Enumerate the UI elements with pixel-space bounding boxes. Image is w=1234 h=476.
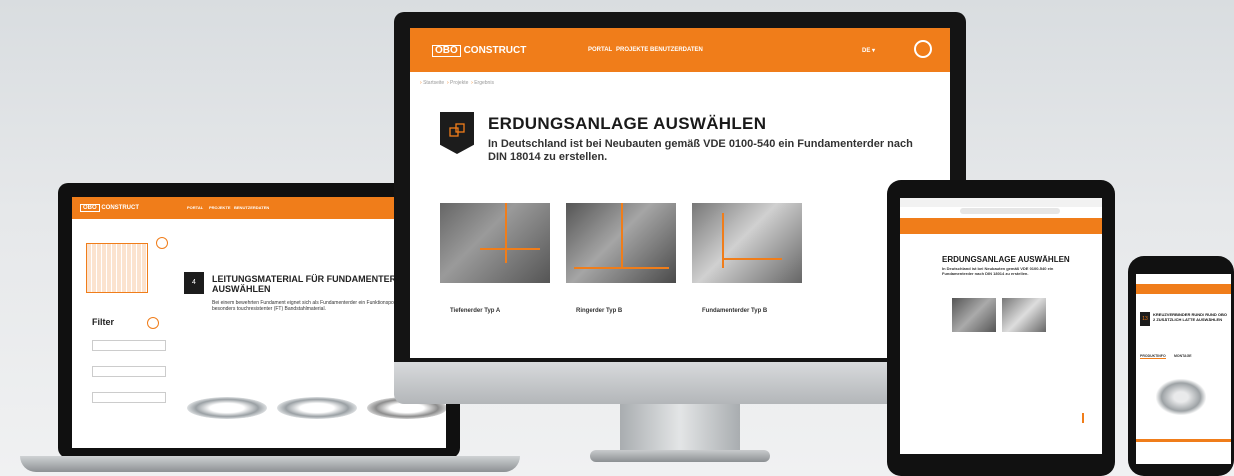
monitor-chin <box>394 362 966 404</box>
monitor-screen: OBO CONSTRUCT PORTAL PROJEKTE BENUTZERDA… <box>410 28 950 358</box>
tablet-screen: ERDUNGSANLAGE AUSWÄHLEN In Deutschland i… <box>900 198 1102 454</box>
nav-projekte[interactable]: PROJEKTE <box>616 47 648 53</box>
monitor-foot <box>590 450 770 462</box>
phone-tab-produktinfo[interactable]: PRODUKTINFO <box>1140 354 1166 359</box>
filter-dropdown-1[interactable] <box>92 340 166 351</box>
phone-step-badge: 13 <box>1140 312 1150 326</box>
tablet-option-image-2[interactable] <box>1002 298 1046 332</box>
monitor-stand <box>620 404 740 452</box>
option-image-tiefenerder[interactable] <box>440 203 550 283</box>
tablet-option-image-1[interactable] <box>952 298 996 332</box>
phone-product-image <box>1156 379 1206 415</box>
filter-title: Filter <box>92 317 115 327</box>
monitor-logo[interactable]: OBO CONSTRUCT <box>432 45 526 57</box>
step-number-badge: 4 <box>184 272 204 294</box>
laptop-base <box>20 456 520 472</box>
filter-gear-icon[interactable] <box>147 317 159 329</box>
language-select[interactable]: DE ▾ <box>862 47 875 54</box>
layers-icon <box>449 123 465 137</box>
breadcrumb-projects[interactable]: Projekte <box>450 80 468 86</box>
breadcrumb: › Startseite › Projekte › Ergebnis <box>420 80 494 86</box>
laptop-logo[interactable]: OBO CONSTRUCT <box>80 204 139 212</box>
logout-icon[interactable] <box>914 40 932 58</box>
tablet-address-bar[interactable] <box>960 208 1060 214</box>
phone-screen: 13 KREUZVERBINDER RUND/ RUND OBO 2 ZUSÄT… <box>1136 274 1231 464</box>
steel-coil-image-1 <box>187 397 267 419</box>
steel-coil-image-2 <box>277 397 357 419</box>
laptop-header: OBO CONSTRUCT PORTAL PROJEKTE BENUTZERDA… <box>72 197 446 219</box>
option-label-tiefenerder[interactable]: Tiefenerder Typ A <box>450 308 500 314</box>
laptop-nav-portal[interactable]: PORTAL <box>187 205 203 210</box>
breadcrumb-home[interactable]: Startseite <box>423 80 444 86</box>
phone-page-title: KREUZVERBINDER RUND/ RUND OBO 2 ZUSÄTZLI… <box>1153 312 1228 322</box>
option-image-fundamenterder[interactable] <box>692 203 802 283</box>
breadcrumb-result: Ergebnis <box>474 80 494 86</box>
laptop-screen: OBO CONSTRUCT PORTAL PROJEKTE BENUTZERDA… <box>72 197 446 448</box>
tablet-header <box>900 218 1102 234</box>
phone-divider <box>1136 439 1231 442</box>
step-icon-badge <box>440 112 474 154</box>
close-circle-icon[interactable] <box>156 237 168 249</box>
filter-dropdown-2[interactable] <box>92 366 166 377</box>
nav-benutzerdaten[interactable]: BENUTZERDATEN <box>650 47 703 53</box>
foundation-plan-thumbnail <box>86 243 148 293</box>
tablet-page-title: ERDUNGSANLAGE AUSWÄHLEN <box>942 255 1070 264</box>
tablet-scroll-top-icon[interactable] <box>1082 413 1090 423</box>
laptop-nav-benutzerdaten[interactable]: BENUTZERDATEN <box>234 205 269 210</box>
tablet-subtitle: In Deutschland ist bei Neubauten gemäß V… <box>942 266 1054 276</box>
tablet-status-bar <box>900 198 1102 207</box>
page-title: ERDUNGSANLAGE AUSWÄHLEN <box>488 114 767 133</box>
laptop-nav-projekte[interactable]: PROJEKTE <box>209 205 231 210</box>
phone-header <box>1136 284 1231 294</box>
option-image-ringerder[interactable] <box>566 203 676 283</box>
monitor-header: OBO CONSTRUCT PORTAL PROJEKTE BENUTZERDA… <box>410 28 950 72</box>
option-label-ringerder[interactable]: Ringerder Typ B <box>576 308 622 314</box>
nav-portal[interactable]: PORTAL <box>588 47 612 53</box>
phone-tab-montage[interactable]: MONTAGE <box>1174 354 1192 358</box>
filter-dropdown-3[interactable] <box>92 392 166 403</box>
page-subtitle: In Deutschland ist bei Neubauten gemäß V… <box>488 138 913 163</box>
option-label-fundamenterder[interactable]: Fundamenterder Typ B <box>702 308 767 314</box>
